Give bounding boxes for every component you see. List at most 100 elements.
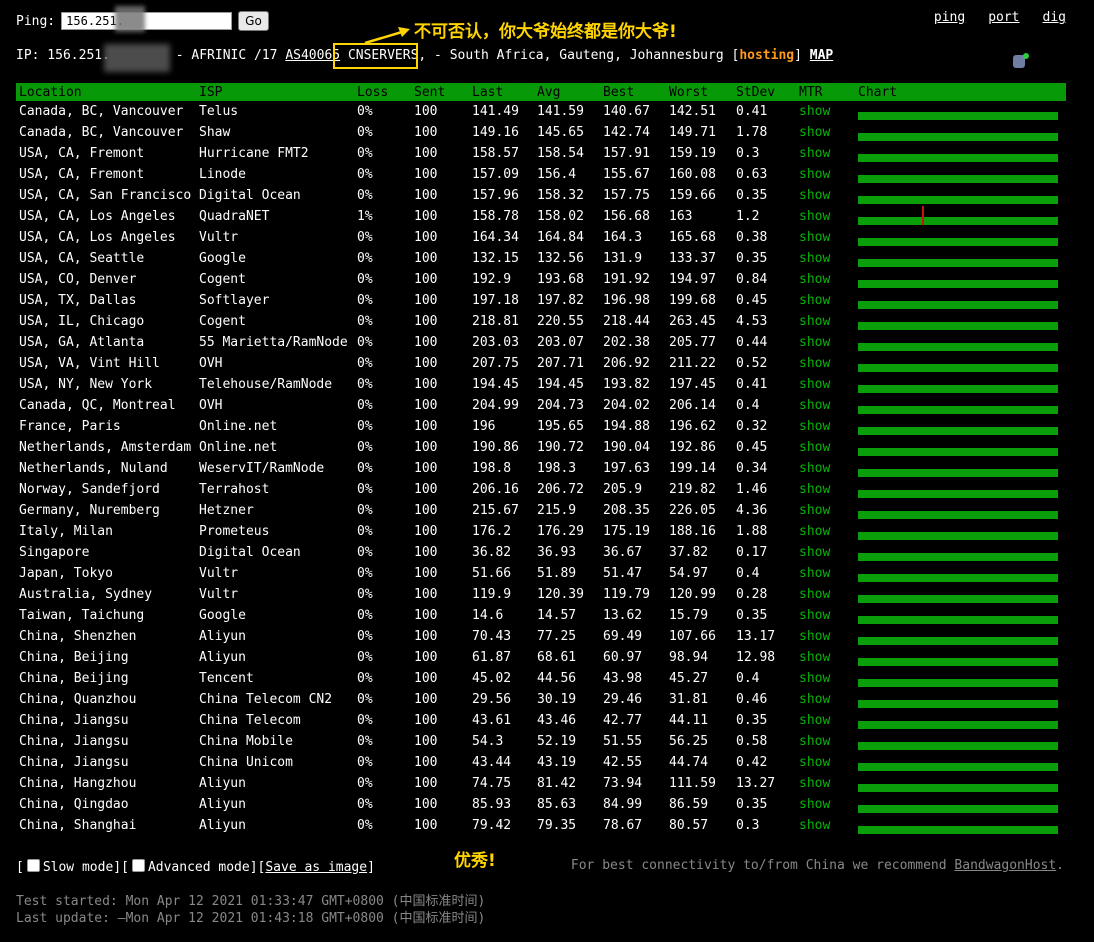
table-row: USA, CA, Los Angeles Vultr 0% 100 164.34 164.… [16, 227, 1066, 248]
cell-mtr[interactable]: show [796, 815, 855, 836]
recommend-end: . [1056, 858, 1064, 873]
latency-chart-bar [858, 384, 1058, 393]
slow-mode-checkbox[interactable] [26, 859, 40, 872]
cell-chart [855, 584, 1066, 605]
cell-mtr[interactable]: show [796, 710, 855, 731]
cell-best: 155.67 [603, 167, 650, 182]
cell-mtr[interactable]: show [796, 626, 855, 647]
map-link[interactable]: MAP [810, 48, 833, 63]
ip-registry: - AFRINIC /17 [167, 48, 286, 63]
cell-avg: 120.39 [537, 587, 584, 602]
annotation-top: 不可否认，你大爷始终都是你大爷! [414, 22, 677, 42]
cell-mtr[interactable]: show [796, 731, 855, 752]
cell-isp: Aliyun [199, 776, 246, 791]
cell-isp: China Unicom [199, 755, 293, 770]
cell-mtr[interactable]: show [796, 752, 855, 773]
cell-mtr[interactable]: show [796, 689, 855, 710]
latency-chart-bar [858, 206, 1058, 225]
go-button[interactable]: Go [238, 11, 269, 31]
cell-mtr[interactable]: show [796, 521, 855, 542]
cell-mtr[interactable]: show [796, 479, 855, 500]
cell-mtr[interactable]: show [796, 143, 855, 164]
latency-chart-bar [858, 405, 1058, 414]
cell-mtr[interactable]: show [796, 437, 855, 458]
cell-loss: 0% [357, 545, 373, 560]
cell-worst: 44.11 [669, 713, 709, 728]
cell-mtr[interactable]: show [796, 101, 855, 122]
cell-worst: 159.66 [669, 188, 716, 203]
cell-avg: 197.82 [537, 293, 584, 308]
cell-mtr[interactable]: show [796, 122, 855, 143]
cell-chart [855, 416, 1066, 437]
cell-chart [855, 458, 1066, 479]
asn-link[interactable]: AS40065 [285, 48, 340, 63]
table-row: China, Shanghai Aliyun 0% 100 79.42 79.35 78.6… [16, 815, 1066, 836]
cell-mtr[interactable]: show [796, 164, 855, 185]
ping-link[interactable]: ping [934, 10, 965, 25]
cell-mtr[interactable]: show [796, 773, 855, 794]
cell-mtr[interactable]: show [796, 374, 855, 395]
cell-sent: 100 [414, 167, 438, 182]
advanced-mode-checkbox[interactable] [131, 859, 145, 872]
cell-loss: 0% [357, 188, 373, 203]
cell-mtr[interactable]: show [796, 647, 855, 668]
cell-avg: 68.61 [537, 650, 577, 665]
latency-chart-bar [858, 678, 1058, 687]
cell-stdev: 0.3 [736, 818, 760, 833]
latency-chart-bar [858, 447, 1058, 456]
cell-mtr[interactable]: show [796, 794, 855, 815]
cell-last: 196 [472, 419, 496, 434]
cell-mtr[interactable]: show [796, 185, 855, 206]
cell-sent: 100 [414, 251, 438, 266]
col-worst: Worst [669, 84, 709, 100]
save-image-link[interactable]: Save as image [265, 860, 367, 875]
cell-mtr[interactable]: show [796, 500, 855, 521]
cell-mtr[interactable]: show [796, 668, 855, 689]
cell-mtr[interactable]: show [796, 290, 855, 311]
cell-mtr[interactable]: show [796, 332, 855, 353]
test-status: Test started: Mon Apr 12 2021 01:33:47 G… [16, 893, 485, 927]
col-last: Last [472, 84, 504, 100]
table-row: Singapore Digital Ocean 0% 100 36.82 36.93 36.… [16, 542, 1066, 563]
table-row: USA, CA, Fremont Hurricane FMT2 0% 100 158.5… [16, 143, 1066, 164]
col-chart: Chart [858, 84, 898, 100]
cell-avg: 145.65 [537, 125, 584, 140]
cell-avg: 176.29 [537, 524, 584, 539]
cell-worst: 111.59 [669, 776, 716, 791]
cell-avg: 215.9 [537, 503, 577, 518]
cell-loss: 0% [357, 272, 373, 287]
cell-mtr[interactable]: show [796, 395, 855, 416]
cell-avg: 14.57 [537, 608, 577, 623]
bandwagonhost-link[interactable]: BandwagonHost [954, 858, 1056, 873]
cell-best: 191.92 [603, 272, 650, 287]
cell-stdev: 0.63 [736, 167, 768, 182]
cell-mtr[interactable]: show [796, 206, 855, 227]
cell-mtr[interactable]: show [796, 584, 855, 605]
table-row: China, Shenzhen Aliyun 0% 100 70.43 77.25 69.4… [16, 626, 1066, 647]
table-row: USA, IL, Chicago Cogent 0% 100 218.81 220.55 2… [16, 311, 1066, 332]
cell-last: 207.75 [472, 356, 519, 371]
ip-input[interactable] [61, 12, 233, 30]
cell-mtr[interactable]: show [796, 269, 855, 290]
cell-mtr[interactable]: show [796, 542, 855, 563]
cell-mtr[interactable]: show [796, 248, 855, 269]
table-row: USA, NY, New York Telehouse/RamNode 0% 100 1… [16, 374, 1066, 395]
cell-isp: QuadraNET [199, 209, 270, 224]
port-link[interactable]: port [988, 10, 1019, 25]
cell-mtr[interactable]: show [796, 227, 855, 248]
dig-link[interactable]: dig [1043, 10, 1066, 25]
cell-mtr[interactable]: show [796, 605, 855, 626]
cell-mtr[interactable]: show [796, 563, 855, 584]
cell-mtr[interactable]: show [796, 311, 855, 332]
table-row: China, Jiangsu China Unicom 0% 100 43.44 43.1… [16, 752, 1066, 773]
cell-location: China, Shanghai [19, 818, 137, 833]
latency-chart-bar [858, 195, 1058, 204]
cell-mtr[interactable]: show [796, 353, 855, 374]
cell-sent: 100 [414, 776, 438, 791]
cell-mtr[interactable]: show [796, 458, 855, 479]
cell-mtr[interactable]: show [796, 416, 855, 437]
cell-isp: Terrahost [199, 482, 270, 497]
extension-icon [1013, 53, 1029, 68]
cell-best: 190.04 [603, 440, 650, 455]
cell-last: 70.43 [472, 629, 512, 644]
